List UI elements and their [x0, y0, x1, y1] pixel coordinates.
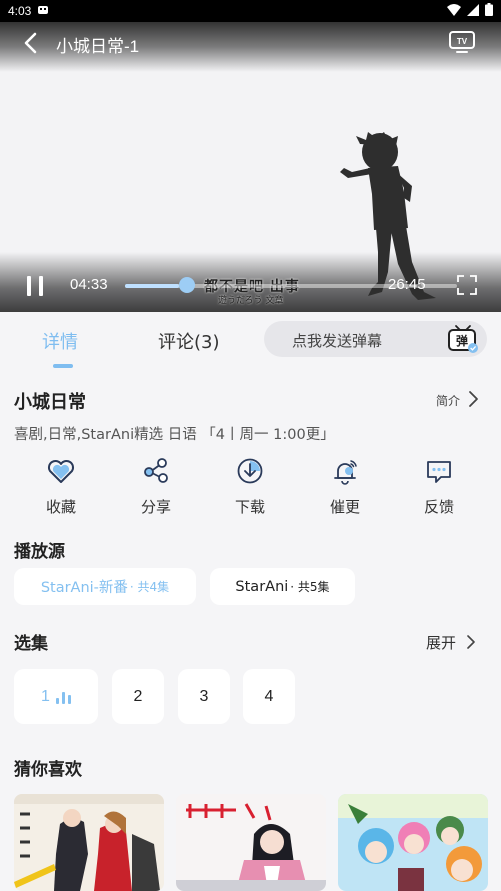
sources-title: 播放源 [14, 542, 65, 562]
source-name: StarAni-新番 [40, 580, 128, 596]
share-button[interactable]: 分享 [126, 456, 186, 517]
feedback-icon [427, 461, 451, 483]
episode-number: 2 [133, 687, 143, 705]
source-name: StarAni [235, 578, 289, 595]
urge-update-button[interactable]: 催更 [315, 456, 375, 517]
show-meta: 喜剧,日常,StarAni精选 日语 「4丨周一 1:00更」 [14, 427, 335, 443]
duration: 26:45 [388, 276, 426, 293]
recommend-card-1[interactable] [14, 794, 164, 891]
download-icon [237, 458, 263, 484]
recommend-cover-image [14, 794, 164, 891]
content-area: 详情 评论(3) 点我发送弹幕 弹 小城日常 简介 喜剧,日常,StarAni精… [0, 312, 501, 891]
signal-icon [467, 3, 479, 19]
download-button[interactable]: 下载 [220, 456, 280, 517]
source-chip-starani[interactable]: StarAni · 共5集 [210, 568, 355, 605]
feedback-button[interactable]: 反馈 [409, 456, 469, 517]
recommend-cover-image [176, 794, 326, 891]
cast-tv-button[interactable]: TV [448, 29, 476, 55]
playing-indicator-icon [55, 690, 71, 704]
subtitle-japanese: 遊うだろう 文章 [218, 296, 284, 306]
show-title: 小城日常 [14, 392, 86, 413]
source-count: · 共5集 [290, 580, 330, 594]
current-time: 04:33 [70, 276, 108, 293]
svg-text:TV: TV [457, 37, 468, 46]
danmu-icon-label: 弹 [456, 333, 468, 348]
back-button[interactable] [18, 30, 46, 56]
urge-update-label: 催更 [329, 498, 360, 516]
app-screen: 4:03 小城日常-1 TV 都不是吧 出事 遊うだろう 文章 04:33 26… [0, 0, 501, 891]
status-bar: 4:03 [0, 0, 501, 22]
source-count: · 共4集 [129, 580, 170, 594]
share-icon [144, 458, 168, 483]
pause-button[interactable] [24, 274, 46, 298]
tab-indicator [53, 364, 73, 368]
danmu-icon[interactable]: 弹 [446, 323, 480, 355]
progress-fill [125, 284, 179, 288]
source-chip-starani-new[interactable]: StarAni-新番 · 共4集 [14, 568, 196, 605]
bell-icon [334, 460, 357, 485]
video-player[interactable]: 小城日常-1 TV 都不是吧 出事 遊うだろう 文章 04:33 26:45 [0, 22, 501, 312]
collect-button[interactable]: 收藏 [31, 456, 91, 517]
recommend-title: 猜你喜欢 [14, 760, 82, 780]
battery-icon [485, 3, 493, 19]
status-time: 4:03 [8, 4, 32, 18]
recommend-card-2[interactable] [176, 794, 326, 891]
chevron-right-icon[interactable] [465, 633, 477, 651]
danmu-input[interactable]: 点我发送弹幕 弹 [264, 321, 487, 357]
expand-episodes-link[interactable]: 展开 [426, 632, 456, 653]
share-label: 分享 [140, 498, 171, 516]
notification-icon [37, 4, 49, 19]
collect-label: 收藏 [45, 498, 76, 516]
danmu-placeholder: 点我发送弹幕 [292, 332, 383, 350]
tab-bar: 详情 评论(3) 点我发送弹幕 弹 [0, 312, 501, 370]
feedback-label: 反馈 [423, 498, 454, 516]
wifi-icon [447, 3, 461, 19]
episodes-title: 选集 [14, 634, 48, 654]
video-title: 小城日常-1 [56, 37, 140, 56]
episode-number: 4 [264, 687, 274, 705]
chevron-right-icon[interactable] [466, 389, 480, 409]
episode-number: 1 [41, 687, 50, 705]
fullscreen-button[interactable] [456, 274, 478, 296]
episode-4[interactable]: 4 [243, 669, 295, 724]
recommend-cover-image [338, 794, 488, 891]
episode-2[interactable]: 2 [112, 669, 164, 724]
episode-number: 3 [199, 687, 209, 705]
progress-thumb[interactable] [178, 277, 195, 293]
heart-icon [47, 459, 75, 483]
episode-1[interactable]: 1 [14, 669, 98, 724]
intro-link[interactable]: 简介 [436, 392, 460, 409]
episode-3[interactable]: 3 [178, 669, 230, 724]
recommend-card-3[interactable] [338, 794, 488, 891]
tab-details[interactable]: 详情 [42, 328, 78, 354]
action-row: 收藏 分享 下载 催更 反馈 [14, 456, 486, 520]
download-label: 下载 [234, 498, 265, 516]
tab-comments[interactable]: 评论(3) [158, 328, 220, 354]
